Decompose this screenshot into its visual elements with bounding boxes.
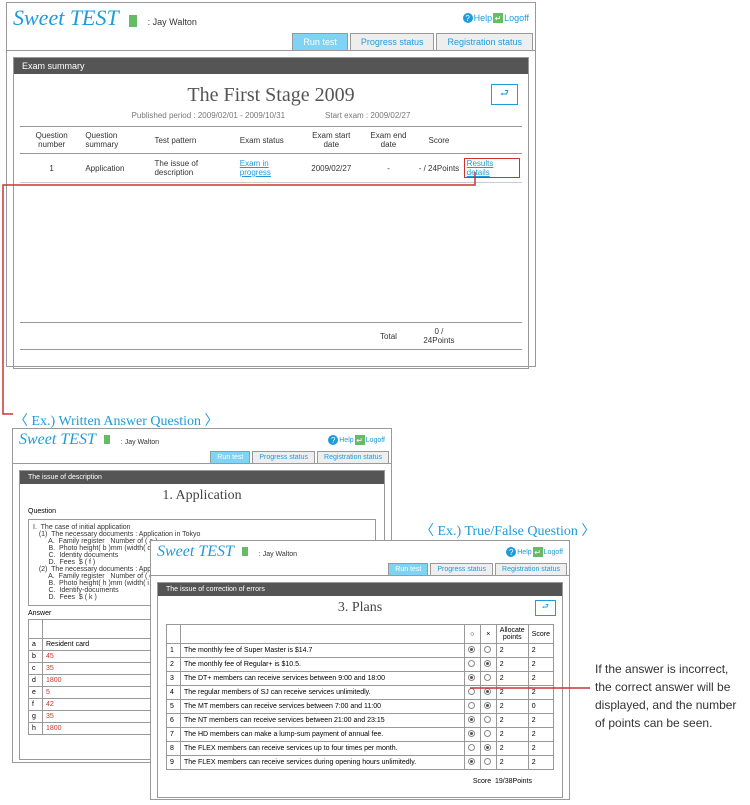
tab-run-test[interactable]: Run test (388, 563, 428, 575)
help-icon: ? (463, 13, 473, 23)
exam-status-link[interactable]: Exam in progress (240, 159, 271, 177)
help-icon: ? (506, 547, 516, 557)
table-row: 5The MT members can receive services bet… (167, 700, 554, 714)
logoff-icon: ↵ (355, 435, 365, 445)
score-value: 19/38Points (495, 778, 532, 785)
user-label: : Jay Walton (259, 551, 297, 558)
table-row: 1The monthly fee of Super Master is $14.… (167, 644, 554, 658)
tab-progress[interactable]: Progress status (252, 451, 315, 463)
table-row: 7The HD members can make a lump-sum paym… (167, 728, 554, 742)
table-row: 3The DT+ members can receive services be… (167, 672, 554, 686)
published-period: Published period : 2009/02/01 - 2009/10/… (132, 111, 285, 120)
logoff-icon: ↵ (533, 547, 543, 557)
logoff-icon: ↵ (493, 13, 503, 23)
tab-registration[interactable]: Registration status (317, 451, 389, 463)
tab-registration[interactable]: Registration status (495, 563, 567, 575)
question-title: 3. Plans (158, 596, 562, 620)
total-label: Total (361, 323, 416, 350)
help-logoff[interactable]: ?Help ↵Logoff (463, 13, 529, 23)
page-title: The First Stage 2009 (14, 74, 528, 111)
tf-table: ○×Allocate pointsScore 1The monthly fee … (166, 624, 554, 770)
tab-progress[interactable]: Progress status (430, 563, 493, 575)
total-score: 0 / 24Points (416, 323, 461, 350)
help-logoff[interactable]: ?Help ↵Logoff (328, 435, 385, 445)
section-title: The issue of description (28, 474, 102, 481)
table-row: 9The FLEX members can receive services d… (167, 756, 554, 770)
user-label: : Jay Walton (121, 439, 159, 446)
results-details-link[interactable]: Results details (464, 158, 520, 178)
tab-progress[interactable]: Progress status (350, 33, 435, 50)
logo: Sweet TEST (13, 5, 119, 30)
start-exam: Start exam : 2009/02/27 (325, 111, 410, 120)
section-title: The issue of correction of errors (166, 586, 265, 593)
score-label: Score (473, 778, 491, 785)
return-button[interactable]: ⮐ (535, 600, 556, 616)
tab-run-test[interactable]: Run test (210, 451, 250, 463)
exam-table: Question numberQuestion summaryTest patt… (20, 126, 522, 350)
logo: Sweet TEST (157, 543, 234, 560)
tab-run-test[interactable]: Run test (292, 33, 348, 50)
table-row: 4The regular members of SJ can receive s… (167, 686, 554, 700)
table-row: 8The FLEX members can receive services u… (167, 742, 554, 756)
annotation-text: If the answer is incorrect, the correct … (595, 660, 745, 732)
help-icon: ? (328, 435, 338, 445)
table-row: 1 Application The issue of description E… (20, 154, 522, 183)
tab-registration[interactable]: Registration status (436, 33, 533, 50)
help-logoff[interactable]: ?Help ↵Logoff (506, 547, 563, 557)
question-title: 1. Application (20, 484, 384, 508)
user-label: : Jay Walton (148, 17, 197, 27)
logo: Sweet TEST (19, 431, 96, 448)
question-label: Question (20, 508, 384, 515)
table-row: 2The monthly fee of Regular+ is $10.5.22 (167, 658, 554, 672)
return-button[interactable]: ⮐ (491, 84, 518, 105)
table-row: 6The NT members can receive services bet… (167, 714, 554, 728)
section-title: Exam summary (22, 61, 85, 71)
